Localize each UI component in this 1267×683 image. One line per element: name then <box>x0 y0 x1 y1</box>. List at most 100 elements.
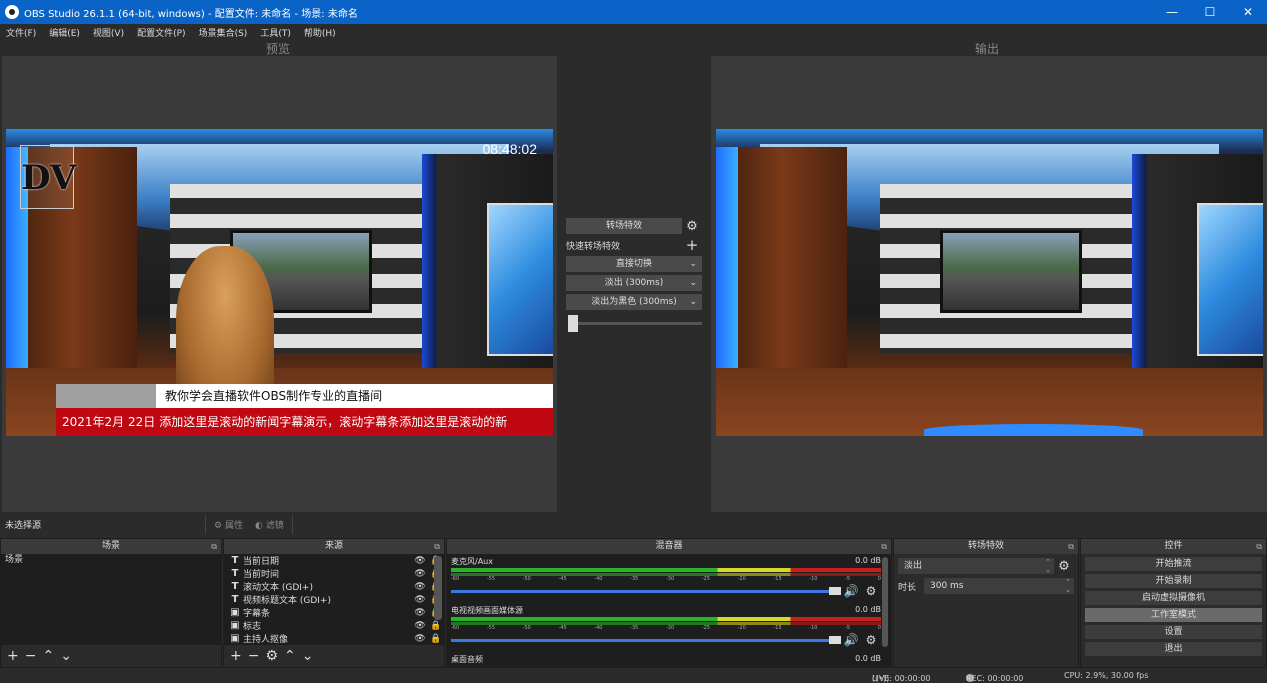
duration-input[interactable]: 300 ms ⌃ ⌄ <box>924 578 1074 594</box>
chevron-down-icon: ⌄ <box>689 297 697 307</box>
gear-icon[interactable]: ⚙ <box>861 633 881 647</box>
volume-slider[interactable] <box>451 635 841 644</box>
mixer-channel-media: 电视视频画面媒体源 0.0 dB -60 -55 -50 -45 -40 -35 -30 -2… <box>451 605 881 647</box>
eye-icon[interactable]: 👁 <box>412 621 428 631</box>
output-label: 输出 <box>975 42 1000 56</box>
controls-dock-title: 控件 <box>1164 541 1183 551</box>
menu-view[interactable]: 视图(V) <box>93 26 124 39</box>
move-down-icon[interactable]: ⌄ <box>302 648 314 664</box>
mixer-dock-title: 混音器 <box>655 541 683 551</box>
channel-name: 电视视频画面媒体源 <box>451 606 523 615</box>
text-source-icon: T <box>231 581 239 592</box>
eye-icon[interactable]: 👁 <box>412 556 428 566</box>
preview-canvas[interactable]: DV 08:48:02 教你学会直播软件OBS制作专业的直播间 2021年2月 … <box>6 129 553 436</box>
scenes-list[interactable]: 场景 <box>1 554 221 645</box>
speaker-icon[interactable]: 🔊 <box>841 633 861 647</box>
source-item[interactable]: T当前日期👁🔒 <box>224 554 444 567</box>
gear-icon[interactable]: ⚙ <box>861 584 881 598</box>
exit-button[interactable]: 退出 <box>1085 642 1262 656</box>
source-item[interactable]: ▣字幕条👁🔒 <box>224 606 444 619</box>
speaker-icon[interactable]: 🔊 <box>841 584 861 598</box>
menu-scene-collection[interactable]: 场景集合(S) <box>199 26 248 39</box>
sources-scrollbar[interactable] <box>434 556 442 620</box>
volume-meter <box>451 617 881 621</box>
lock-icon[interactable]: 🔒 <box>428 634 444 644</box>
image-source-icon: ▣ <box>230 633 240 644</box>
float-icon[interactable]: ⧉ <box>1256 539 1262 554</box>
float-icon[interactable]: ⧉ <box>1068 539 1074 554</box>
move-up-icon[interactable]: ⌃ <box>284 648 296 664</box>
volume-slider[interactable] <box>451 586 841 595</box>
scene-item[interactable]: 场景 <box>1 554 221 567</box>
text-source-icon: T <box>231 555 239 566</box>
source-item[interactable]: T当前时间👁🔒 <box>224 567 444 580</box>
transitions-dock: 转场特效 ⧉ 淡出 ⌃ ⌄ ⚙ 时长 300 ms ⌃ ⌄ <box>893 538 1079 668</box>
filter-icon: ◐ <box>254 520 263 531</box>
menu-help[interactable]: 帮助(H) <box>304 26 336 39</box>
close-button[interactable]: ✕ <box>1229 0 1267 24</box>
lock-icon[interactable]: 🔒 <box>428 621 444 631</box>
channel-db: 0.0 dB <box>855 556 881 565</box>
image-source-icon: ▣ <box>230 620 240 631</box>
remove-source-icon[interactable]: − <box>248 648 260 664</box>
add-scene-icon[interactable]: + <box>7 648 19 664</box>
studio-transition-panel: 转场特效 ⚙ 快速转场特效 + 直接切换 ⌄ 淡出 (300ms) ⌄ 淡出为黑色 … <box>566 218 702 313</box>
start-recording-button[interactable]: 开始录制 <box>1085 574 1262 588</box>
channel-db: 0.0 dB <box>855 605 881 614</box>
move-up-icon[interactable]: ⌃ <box>42 648 54 664</box>
properties-button[interactable]: ⚙ 属性 <box>214 518 243 531</box>
menu-profile[interactable]: 配置文件(P) <box>137 26 185 39</box>
gear-icon[interactable]: ⚙ <box>682 219 702 234</box>
eye-icon[interactable]: 👁 <box>412 634 428 644</box>
start-virtual-camera-button[interactable]: 启动虚拟摄像机 <box>1085 591 1262 605</box>
transition-button[interactable]: 转场特效 <box>566 218 682 234</box>
maximize-button[interactable]: ☐ <box>1191 0 1229 24</box>
menu-edit[interactable]: 编辑(E) <box>49 26 80 39</box>
headline-lower-third: 教你学会直播软件OBS制作专业的直播间 <box>156 384 553 408</box>
channel-name: 麦克风/Aux <box>451 557 493 566</box>
source-item[interactable]: ▣ 标志 👁 🔒 <box>224 619 444 632</box>
add-source-icon[interactable]: + <box>230 648 242 664</box>
minimize-button[interactable]: — <box>1153 0 1191 24</box>
remove-scene-icon[interactable]: − <box>25 648 37 664</box>
t-bar-slider[interactable] <box>568 315 702 332</box>
eye-icon[interactable]: 👁 <box>412 582 428 592</box>
float-icon[interactable]: ⧉ <box>434 539 440 554</box>
obs-logo-icon <box>5 5 19 19</box>
float-icon[interactable]: ⧉ <box>881 539 887 554</box>
quick-transitions-label: 快速转场特效 <box>566 241 621 252</box>
quick-transition-fade-black[interactable]: 淡出为黑色 (300ms) ⌄ <box>566 294 702 310</box>
clock-text: 08:48:02 <box>482 141 538 157</box>
move-down-icon[interactable]: ⌄ <box>60 648 72 664</box>
text-source-icon: T <box>231 568 239 579</box>
quick-transition-fade[interactable]: 淡出 (300ms) ⌄ <box>566 275 702 291</box>
slider-knob[interactable] <box>829 635 841 644</box>
transition-select[interactable]: 淡出 ⌃ ⌄ <box>898 558 1054 574</box>
float-icon[interactable]: ⧉ <box>211 539 217 554</box>
filters-button[interactable]: ◐ 滤镜 <box>255 518 284 531</box>
quick-transition-cut[interactable]: 直接切换 ⌄ <box>566 256 702 272</box>
eye-icon[interactable]: 👁 <box>412 569 428 579</box>
settings-button[interactable]: 设置 <box>1085 625 1262 639</box>
menu-tools[interactable]: 工具(T) <box>260 26 291 39</box>
mixer-dock: 混音器 ⧉ 麦克风/Aux 0.0 dB -60 -55 -50 -45 -40 -35 -3… <box>446 538 892 668</box>
eye-icon[interactable]: 👁 <box>412 595 428 605</box>
slider-knob[interactable] <box>829 586 841 595</box>
ticker-text: 添加这里是滚动的新闻字幕演示，滚动字幕条添加这里是滚动的新 <box>159 415 508 429</box>
source-item[interactable]: ▣ 主持人抠像 👁 🔒 <box>224 632 444 645</box>
output-tv-screen <box>940 230 1083 314</box>
plus-icon[interactable]: + <box>682 236 702 254</box>
mixer-scrollbar[interactable] <box>882 557 888 647</box>
gear-icon[interactable]: ⚙ <box>1054 559 1074 574</box>
mixer-body: 麦克风/Aux 0.0 dB -60 -55 -50 -45 -40 -35 -30 -25-… <box>447 554 891 667</box>
gear-icon[interactable]: ⚙ <box>265 648 278 664</box>
menu-file[interactable]: 文件(F) <box>6 26 36 39</box>
start-streaming-button[interactable]: 开始推流 <box>1085 557 1262 571</box>
eye-icon[interactable]: 👁 <box>412 608 428 618</box>
studio-mode-button[interactable]: 工作室模式 <box>1085 608 1262 622</box>
spinner-icon[interactable]: ⌃ ⌄ <box>1065 578 1071 594</box>
source-item[interactable]: T视频标题文本 (GDI+)👁🔒 <box>224 593 444 606</box>
slider-knob[interactable] <box>568 315 578 332</box>
source-item[interactable]: T滚动文本 (GDI+)👁🔒 <box>224 580 444 593</box>
sources-list[interactable]: T当前日期👁🔒 T当前时间👁🔒 T滚动文本 (GDI+)👁🔒 T视频标题文本 (… <box>224 554 444 645</box>
